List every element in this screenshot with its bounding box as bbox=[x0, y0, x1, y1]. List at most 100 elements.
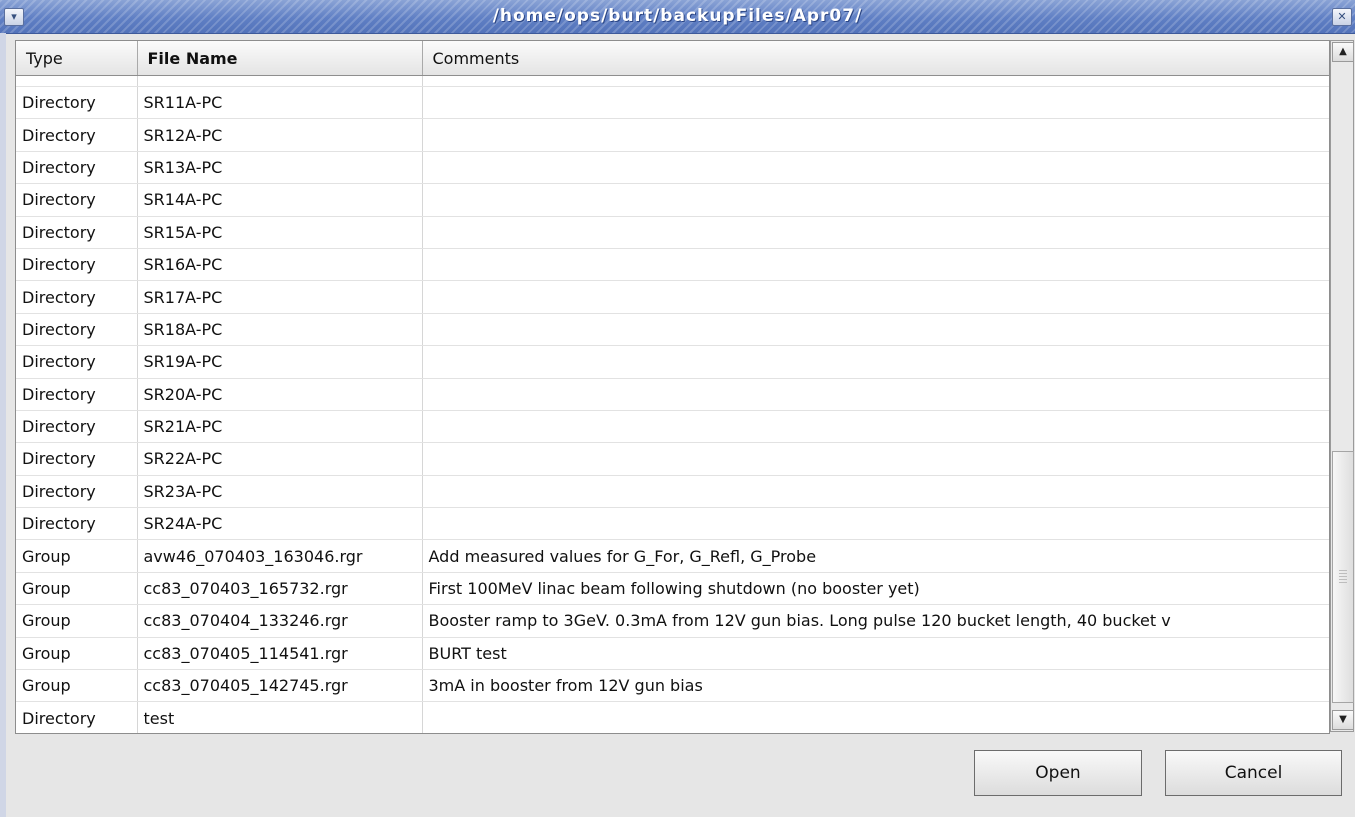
column-header-type[interactable]: Type bbox=[16, 41, 138, 76]
cell-type: Directory bbox=[16, 442, 138, 476]
table-row[interactable]: Directory SR16A-PC bbox=[16, 248, 1329, 282]
cell-comments bbox=[422, 86, 1329, 120]
cell-type: Directory bbox=[16, 410, 138, 444]
table-row[interactable]: Group cc83_070405_114541.rgr BURT test bbox=[16, 637, 1329, 671]
table-row[interactable]: Directory SR21A-PC bbox=[16, 410, 1329, 444]
table-row[interactable]: Directory SR22A-PC bbox=[16, 442, 1329, 476]
file-table: Type File Name Comments DirectorySR10A-P… bbox=[16, 41, 1329, 733]
cell-file-name: SR15A-PC bbox=[137, 216, 423, 249]
table-header-row: Type File Name Comments bbox=[16, 41, 1329, 76]
cell-file-name: cc83_070404_133246.rgr bbox=[137, 604, 423, 638]
cell-file-name: SR18A-PC bbox=[137, 313, 423, 347]
cell-comments: BURT test bbox=[422, 637, 1329, 671]
cell-comments bbox=[422, 410, 1329, 444]
table-row[interactable]: Directory SR23A-PC bbox=[16, 475, 1329, 509]
cell-file-name: SR16A-PC bbox=[137, 248, 423, 282]
cell-file-name: SR17A-PC bbox=[137, 280, 423, 314]
cell-type: Directory bbox=[16, 378, 138, 411]
cell-comments: First 100MeV linac beam following shutdo… bbox=[422, 572, 1329, 606]
cell-comments bbox=[422, 151, 1329, 185]
table-row[interactable]: Directory SR18A-PC bbox=[16, 313, 1329, 347]
table-row[interactable]: Directory SR19A-PC bbox=[16, 345, 1329, 379]
cell-file-name: cc83_070405_114541.rgr bbox=[137, 637, 423, 671]
cell-file-name: SR13A-PC bbox=[137, 151, 423, 185]
cell-file-name: SR11A-PC bbox=[137, 86, 423, 120]
cell-type: Directory bbox=[16, 701, 138, 733]
cell-type: Directory bbox=[16, 345, 138, 379]
window-border bbox=[0, 33, 6, 817]
cell-file-name: test bbox=[137, 701, 423, 733]
cell-comments bbox=[422, 280, 1329, 314]
cell-comments bbox=[422, 378, 1329, 411]
table-row[interactable]: Group cc83_070405_142745.rgr 3mA in booste… bbox=[16, 669, 1329, 703]
cell-type: Group bbox=[16, 572, 138, 606]
cell-comments bbox=[422, 475, 1329, 509]
cell-type: Group bbox=[16, 669, 138, 703]
cell-type: Directory bbox=[16, 183, 138, 217]
table-row[interactable]: DirectorySR10A-PC bbox=[16, 75, 1329, 87]
cell-type: Group bbox=[16, 604, 138, 638]
file-table-container: Type File Name Comments DirectorySR10A-P… bbox=[15, 40, 1330, 734]
table-row[interactable]: Directory SR12A-PC bbox=[16, 118, 1329, 152]
cell-comments: Add measured values for G_For, G_Refl, G… bbox=[422, 539, 1329, 573]
cell-comments bbox=[422, 345, 1329, 379]
cell-file-name: SR24A-PC bbox=[137, 507, 423, 541]
column-header-comments[interactable]: Comments bbox=[422, 41, 1329, 76]
table-row[interactable]: Directory SR13A-PC bbox=[16, 151, 1329, 185]
cell-comments: 3mA in booster from 12V gun bias bbox=[422, 669, 1329, 703]
scrollbar-thumb[interactable] bbox=[1332, 451, 1354, 703]
cell-comments bbox=[422, 442, 1329, 476]
cell-file-name: SR14A-PC bbox=[137, 183, 423, 217]
table-row[interactable]: Group avw46_070403_163046.rgr Add measured… bbox=[16, 539, 1329, 573]
column-header-file-name[interactable]: File Name bbox=[137, 41, 423, 76]
table-row[interactable]: Directory SR11A-PC bbox=[16, 86, 1329, 120]
cell-file-name: avw46_070403_163046.rgr bbox=[137, 539, 423, 573]
grip-icon bbox=[1339, 570, 1347, 584]
cell-file-name: SR12A-PC bbox=[137, 118, 423, 152]
title-bar[interactable]: ▾ /home/ops/burt/backupFiles/Apr07/ ✕ bbox=[0, 0, 1355, 34]
cell-type: Directory bbox=[16, 151, 138, 185]
cell-file-name: SR22A-PC bbox=[137, 442, 423, 476]
vertical-scrollbar[interactable]: ▲ ▼ bbox=[1330, 40, 1354, 732]
table-row[interactable]: Directory SR20A-PC bbox=[16, 378, 1329, 411]
cell-comments bbox=[422, 313, 1329, 347]
table-row[interactable]: Directory SR17A-PC bbox=[16, 280, 1329, 314]
table-row[interactable]: Directory test bbox=[16, 701, 1329, 733]
cell-file-name: SR23A-PC bbox=[137, 475, 423, 509]
cell-comments bbox=[422, 248, 1329, 282]
cell-type: Directory bbox=[16, 86, 138, 120]
file-dialog: ▾ /home/ops/burt/backupFiles/Apr07/ ✕ Ty… bbox=[0, 0, 1355, 817]
open-button[interactable]: Open bbox=[974, 750, 1142, 796]
arrow-up-icon[interactable]: ▲ bbox=[1332, 42, 1354, 62]
cell-file-name: SR19A-PC bbox=[137, 345, 423, 379]
cell-file-name: SR21A-PC bbox=[137, 410, 423, 444]
close-icon[interactable]: ✕ bbox=[1332, 8, 1352, 26]
table-row[interactable]: Group cc83_070404_133246.rgr Booster ramp … bbox=[16, 604, 1329, 638]
table-row[interactable]: Directory SR15A-PC bbox=[16, 216, 1329, 249]
cell-type: Directory bbox=[16, 118, 138, 152]
cell-type: Group bbox=[16, 637, 138, 671]
cell-type: Directory bbox=[16, 75, 138, 87]
cell-type: Directory bbox=[16, 280, 138, 314]
cell-file-name: SR10A-PC bbox=[137, 75, 423, 87]
cell-type: Directory bbox=[16, 313, 138, 347]
cell-comments bbox=[422, 216, 1329, 249]
cell-file-name: cc83_070405_142745.rgr bbox=[137, 669, 423, 703]
window-title: /home/ops/burt/backupFiles/Apr07/ bbox=[492, 6, 863, 26]
cell-file-name: cc83_070403_165732.rgr bbox=[137, 572, 423, 606]
cell-comments bbox=[422, 507, 1329, 541]
cell-type: Group bbox=[16, 539, 138, 573]
cell-type: Directory bbox=[16, 507, 138, 541]
file-table-body: DirectorySR10A-PCDirectorySR11A-PCDirect… bbox=[16, 75, 1329, 733]
cell-comments bbox=[422, 118, 1329, 152]
cell-file-name: SR20A-PC bbox=[137, 378, 423, 411]
cell-comments bbox=[422, 183, 1329, 217]
table-row[interactable]: Directory SR14A-PC bbox=[16, 183, 1329, 217]
table-row[interactable]: Group cc83_070403_165732.rgr First 100MeV … bbox=[16, 572, 1329, 606]
cell-type: Directory bbox=[16, 248, 138, 282]
cell-comments bbox=[422, 701, 1329, 733]
arrow-down-icon[interactable]: ▼ bbox=[1332, 710, 1354, 730]
cell-comments: Booster ramp to 3GeV. 0.3mA from 12V gun… bbox=[422, 604, 1329, 638]
table-row[interactable]: Directory SR24A-PC bbox=[16, 507, 1329, 541]
cancel-button[interactable]: Cancel bbox=[1165, 750, 1342, 796]
